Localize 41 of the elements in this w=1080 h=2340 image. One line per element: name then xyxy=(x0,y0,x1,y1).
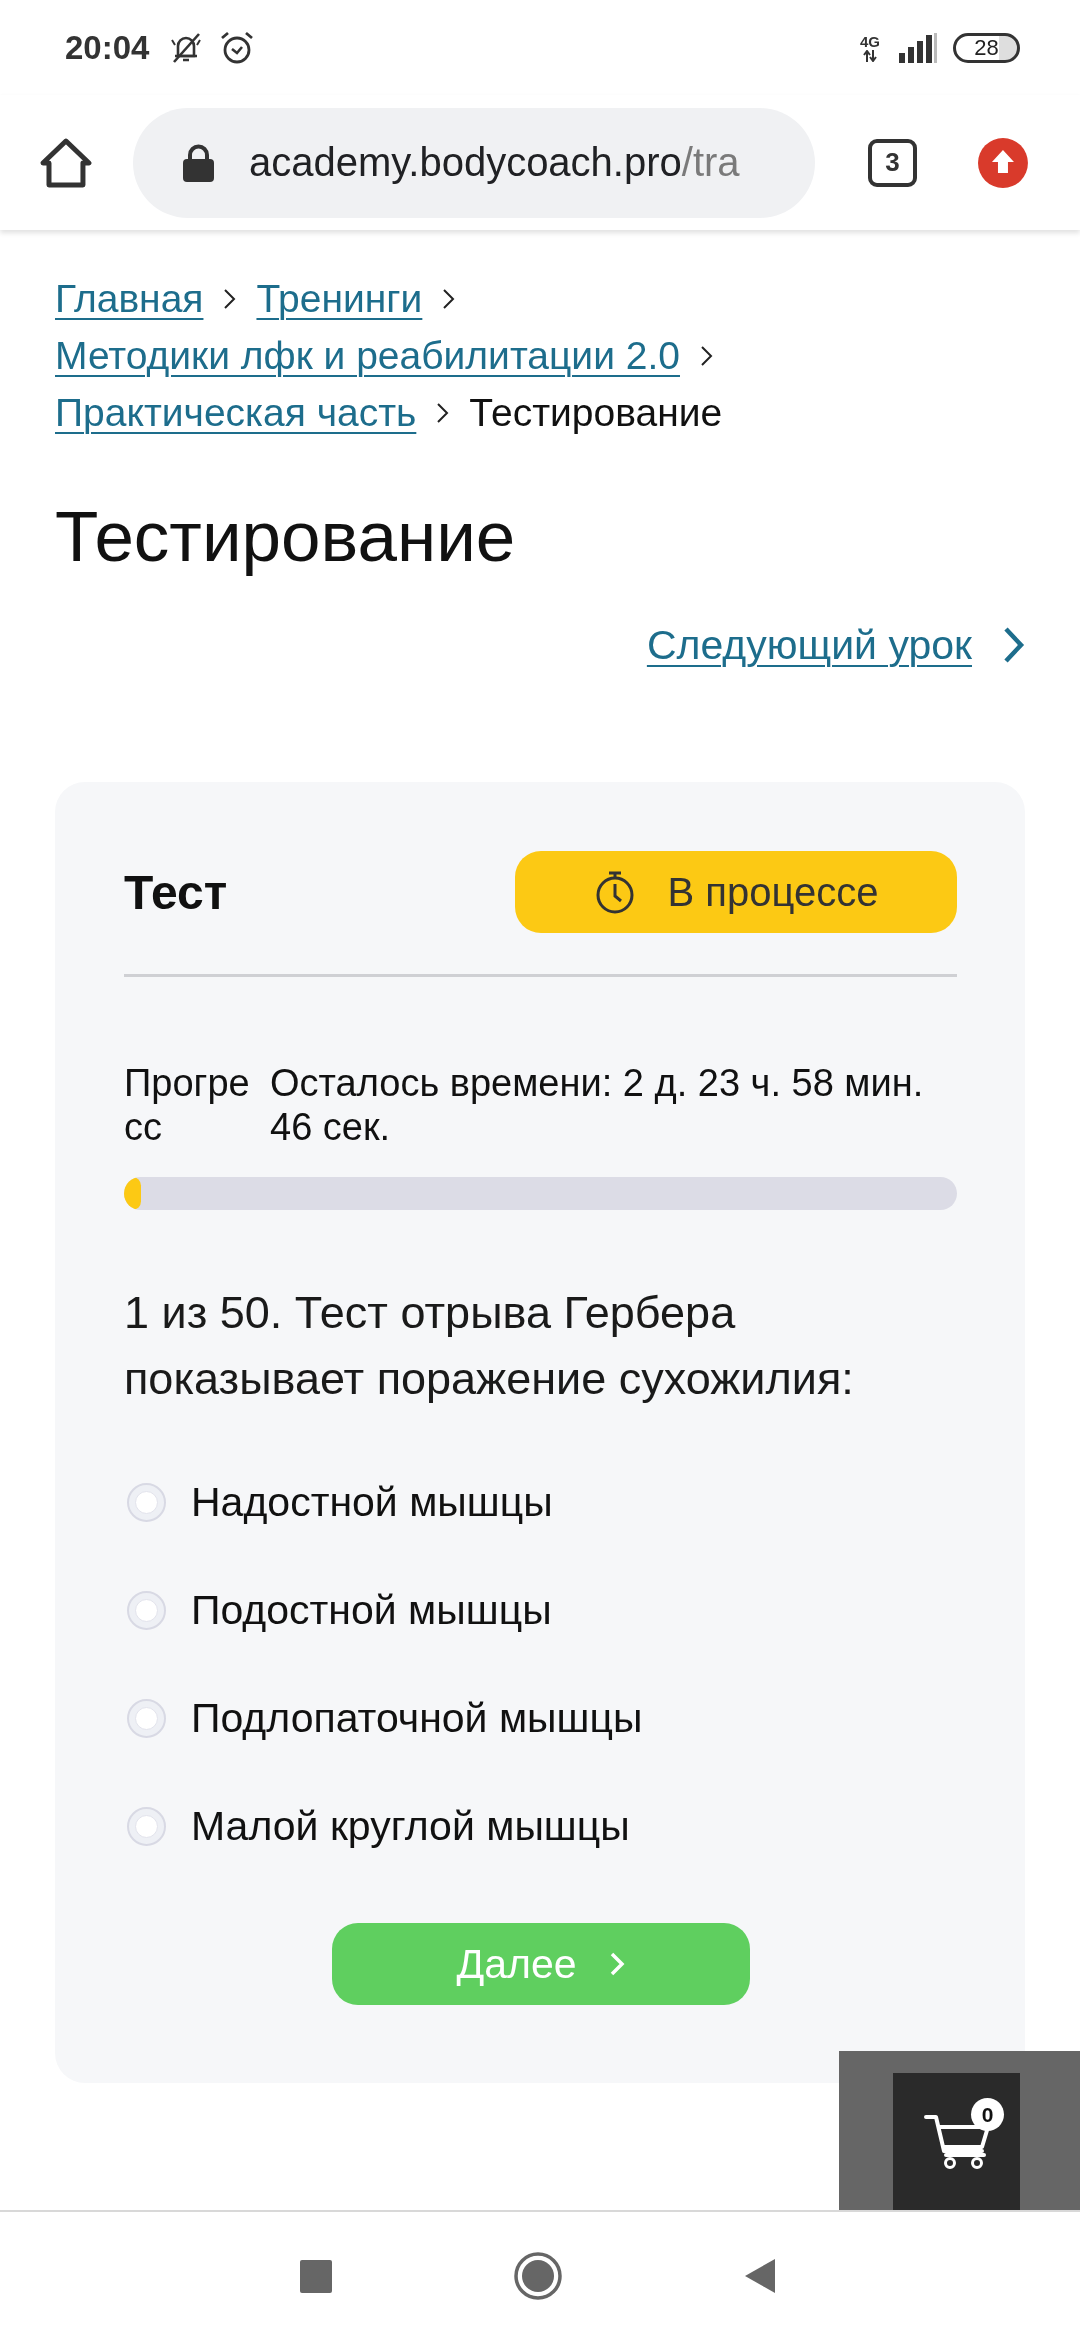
tab-switcher-button[interactable]: 3 xyxy=(868,138,918,187)
chevron-right-icon xyxy=(700,344,713,367)
breadcrumb-current-page: Тестирование xyxy=(469,390,723,436)
home-icon[interactable] xyxy=(40,137,92,188)
answer-option[interactable]: Подлопаточной мышцы xyxy=(191,1694,643,1742)
chevron-right-icon xyxy=(442,287,456,310)
cart-button[interactable] xyxy=(893,2073,1020,2210)
chevron-right-icon xyxy=(608,1951,625,1977)
radio-button[interactable] xyxy=(127,1698,166,1738)
chevron-right-icon xyxy=(223,287,237,310)
status-label: В процессе xyxy=(667,869,879,915)
page-title: Тестирование xyxy=(55,497,516,577)
chevron-right-icon[interactable] xyxy=(1003,626,1025,664)
breadcrumb-link[interactable]: Главная xyxy=(55,270,204,327)
back-icon[interactable] xyxy=(744,2258,776,2294)
breadcrumb-link[interactable]: Методики лфк и реабилитации 2.0 xyxy=(55,327,680,384)
signal-icon xyxy=(899,32,937,63)
clock-time: 20:04 xyxy=(65,28,150,67)
chevron-right-icon xyxy=(436,401,450,424)
breadcrumb-link[interactable]: Практическая часть xyxy=(55,384,417,441)
card-title: Тест xyxy=(124,864,228,920)
answer-option[interactable]: Малой круглой мышцы xyxy=(191,1802,630,1850)
home-circle-icon[interactable] xyxy=(514,2252,562,2300)
radio-button[interactable] xyxy=(127,1806,166,1846)
arrow-up-circle-icon[interactable] xyxy=(978,137,1028,188)
next-lesson-link[interactable]: Следующий урок xyxy=(646,621,972,669)
lock-icon xyxy=(182,143,214,182)
answer-option[interactable]: Надостной мышцы xyxy=(191,1478,553,1526)
network-type-label: 4G xyxy=(860,33,880,49)
data-arrows-icon xyxy=(863,49,877,62)
recent-apps-icon[interactable] xyxy=(300,2259,332,2293)
address-bar[interactable]: academy.bodycoach.pro/tra xyxy=(132,107,816,218)
time-remaining: Осталось времени: 2 д. 23 ч. 58 мин. 46 сек. xyxy=(270,1061,925,1149)
question-text: 1 из 50. Тест отрыва Гербера показывает поражение сухожилия: xyxy=(124,1286,855,1406)
answer-option[interactable]: Подостной мышцы xyxy=(191,1586,552,1634)
progress-label: Прогресс xyxy=(124,1061,251,1149)
url-text: academy.bodycoach.pro/tra xyxy=(248,140,740,185)
radio-button[interactable] xyxy=(127,1590,166,1630)
radio-button[interactable] xyxy=(127,1482,166,1522)
breadcrumb-link[interactable]: Тренинги xyxy=(256,270,423,327)
battery-indicator: 28 xyxy=(953,32,1020,63)
